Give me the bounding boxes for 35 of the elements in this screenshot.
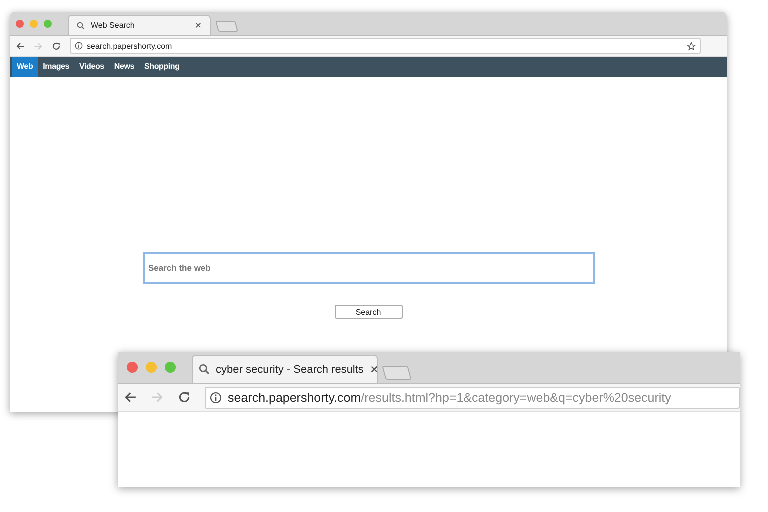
reload-icon[interactable]: [52, 42, 61, 50]
back-icon[interactable]: [124, 391, 137, 404]
browser-tab[interactable]: cyber security - Search results: [192, 355, 378, 383]
forward-icon[interactable]: [151, 391, 164, 404]
new-tab-button[interactable]: [216, 21, 238, 32]
minimize-button[interactable]: [146, 362, 157, 373]
forward-icon[interactable]: [34, 42, 43, 50]
close-icon[interactable]: [195, 22, 202, 29]
url-text: search.papershorty.com/results.html?hp=1&category=web&q=cyber%20security: [228, 390, 672, 404]
browser-tab[interactable]: Web Search: [68, 15, 211, 35]
star-icon[interactable]: [687, 42, 696, 50]
search-button[interactable]: Search: [334, 305, 402, 319]
tab-title: cyber security - Search results: [216, 364, 364, 376]
info-icon: [210, 392, 222, 404]
back-icon[interactable]: [16, 42, 25, 50]
reload-icon[interactable]: [178, 391, 191, 404]
close-button[interactable]: [16, 20, 24, 28]
category-tab[interactable]: Images: [38, 57, 75, 77]
maximize-button[interactable]: [44, 20, 52, 28]
minimize-button[interactable]: [30, 20, 38, 28]
close-button[interactable]: [127, 362, 138, 373]
tab-title: Web Search: [91, 21, 136, 30]
search-icon: [77, 22, 85, 30]
category-tab[interactable]: News: [109, 57, 140, 77]
maximize-button[interactable]: [165, 362, 176, 373]
close-icon[interactable]: [370, 365, 379, 374]
search-icon: [199, 364, 210, 375]
url-text: search.papershorty.com: [87, 42, 174, 50]
address-bar[interactable]: search.papershorty.com/results.html?hp=1&category=web&q=cyber%20security: [205, 386, 740, 408]
address-bar[interactable]: search.papershorty.com: [70, 38, 701, 54]
category-tab[interactable]: Videos: [74, 57, 110, 77]
category-tab[interactable]: Shopping: [140, 57, 185, 77]
info-icon: [75, 42, 83, 50]
search-field[interactable]: Search the web: [142, 252, 594, 284]
category-tab[interactable]: Web: [12, 57, 38, 77]
